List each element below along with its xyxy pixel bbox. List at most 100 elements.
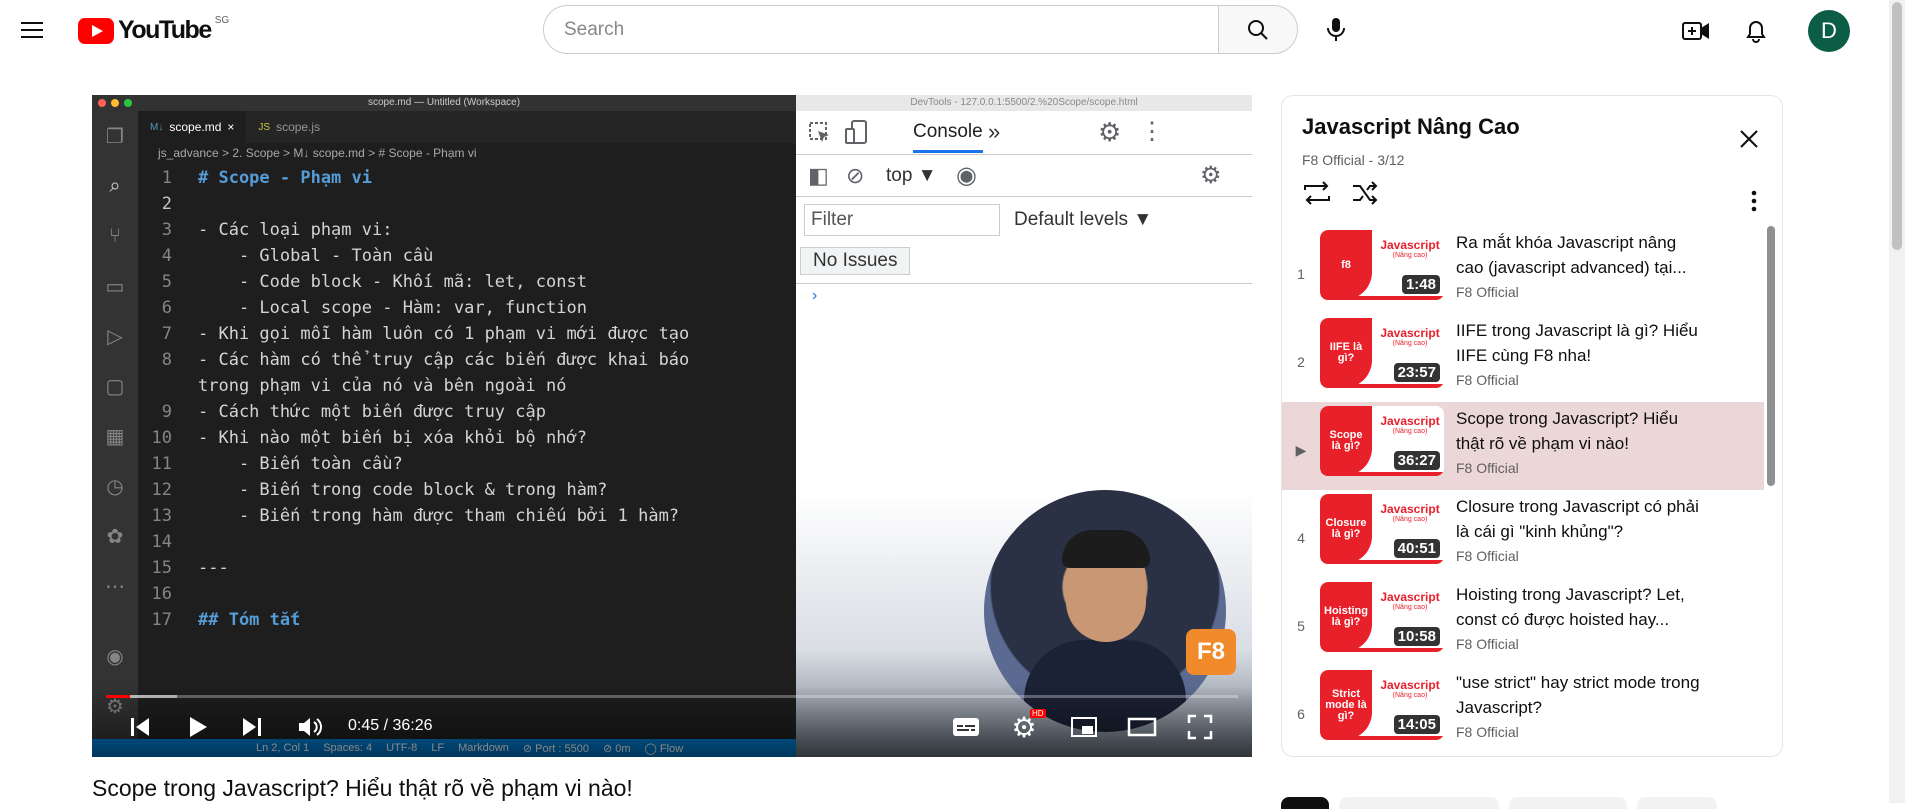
code-text: - Biến toàn cầu? (198, 454, 403, 474)
youtube-logo[interactable]: YouTube SG (78, 15, 229, 45)
thumbnail-label: Scope là gì? (1320, 406, 1372, 476)
shuffle-button[interactable] (1350, 180, 1380, 211)
playlist-video-title[interactable]: Closure trong Javascript có phải là cái … (1456, 494, 1704, 544)
code-line: 15 --- (138, 555, 748, 581)
close-playlist-button[interactable] (1734, 124, 1764, 154)
notifications-button[interactable] (1735, 10, 1777, 52)
playlist-more-button[interactable] (1744, 186, 1764, 216)
playlist-item[interactable]: 1 f8 Javascript (Nâng cao) 1:48 Ra mắt khóa J… (1282, 226, 1764, 314)
duration-badge: 1:48 (1401, 275, 1440, 294)
run-debug-icon: ▷ (107, 325, 123, 348)
code-line: 11 - Biến toàn cầu? (138, 451, 748, 477)
playlist-item[interactable]: 2 IIFE là gì? Javascript (Nâng cao) 23:57 IIF… (1282, 314, 1764, 402)
clear-console-icon: ⊘ (846, 163, 865, 188)
channel-name[interactable]: F8 Official (1456, 372, 1704, 388)
playlist-item[interactable]: 4 Closure là gì? Javascript (Nâng cao) 40:51… (1282, 490, 1764, 578)
code-line: 13 - Biến trong hàm được tham chiếu bởi … (138, 503, 748, 529)
voice-search-button[interactable] (1313, 6, 1359, 52)
search-icon: ⌕ (109, 174, 121, 197)
vscode-window-title: scope.md — Untitled (Workspace) (367, 97, 521, 108)
explorer-icon: ❐ (106, 125, 124, 148)
settings-button[interactable]: ⚙ HD (1006, 707, 1046, 747)
code-line: trong phạm vi của nó và bên ngoài nó (138, 373, 748, 399)
chip[interactable] (1509, 797, 1627, 809)
related-chips (1281, 797, 1717, 809)
video-thumbnail[interactable]: Hoisting là gì? Javascript (Nâng cao) 10:58 (1320, 582, 1444, 652)
line-number: 16 (151, 584, 172, 604)
chip[interactable] (1637, 797, 1717, 809)
vscode-window: scope.md — Untitled (Workspace) ❐ ⌕ ⑂ ▭ … (92, 95, 796, 757)
loop-button[interactable] (1302, 180, 1332, 211)
extensions-icon: ▦ (105, 425, 125, 448)
miniplayer-button[interactable] (1066, 707, 1102, 747)
time-display: 0:45 / 36:26 (348, 717, 433, 734)
mute-button[interactable] (292, 707, 328, 747)
play-button[interactable] (180, 707, 216, 747)
theater-mode-button[interactable] (1124, 707, 1160, 747)
menu-icon[interactable] (14, 14, 50, 46)
playlist-item[interactable]: 5 Hoisting là gì? Javascript (Nâng cao) 10:5… (1282, 578, 1764, 666)
editor-tabs: M↓ scope.md × JS scope.js (138, 111, 796, 143)
channel-name[interactable]: F8 Official (1456, 548, 1704, 564)
playlist-item[interactable]: ▶ Scope là gì? Javascript (Nâng cao) 36:27 Sc… (1282, 402, 1764, 490)
line-number: 5 (161, 272, 172, 292)
video-player[interactable]: scope.md — Untitled (Workspace) ❐ ⌕ ⑂ ▭ … (92, 95, 1252, 757)
chip[interactable] (1339, 797, 1499, 809)
timeline-icon: ◷ (106, 475, 124, 498)
video-thumbnail[interactable]: Scope là gì? Javascript (Nâng cao) 36:27 (1320, 406, 1444, 476)
activity-bar: ❐ ⌕ ⑂ ▭ ▷ ▢ ▦ ◷ ✿ ⋯ ◉ ⚙ (92, 111, 138, 741)
bell-icon (1746, 21, 1766, 43)
line-number: 13 (151, 506, 172, 526)
code-text: ## Tóm tắt (198, 610, 301, 630)
code-text: - Các loại phạm vi: (198, 220, 393, 240)
avatar[interactable]: D (1808, 10, 1850, 52)
channel-name[interactable]: F8 Official (1456, 460, 1704, 476)
thumbnail-brand: Javascript (Nâng cao) (1380, 590, 1440, 611)
channel-name[interactable]: F8 Official (1456, 724, 1704, 740)
remote-icon: ▢ (105, 375, 125, 398)
line-number (138, 373, 198, 399)
thumbnail-label: Closure là gì? (1320, 494, 1372, 564)
kebab-menu-icon: ⋮ (1140, 118, 1164, 145)
code-line: 14 (138, 529, 748, 555)
playlist-item[interactable]: 6 Strict mode là gì? Javascript (Nâng cao) 1… (1282, 666, 1764, 754)
create-video-button[interactable] (1675, 10, 1717, 52)
line-number: 8 (161, 350, 172, 370)
skip-previous-icon (131, 718, 149, 736)
channel-name[interactable]: F8 Official (1456, 284, 1704, 300)
line-number: 12 (151, 480, 172, 500)
video-thumbnail[interactable]: Closure là gì? Javascript (Nâng cao) 40:51 (1320, 494, 1444, 564)
search-icon (1248, 19, 1268, 40)
playlist-video-title[interactable]: Ra mắt khóa Javascript nâng cao (javascr… (1456, 230, 1704, 280)
thumbnail-progress (1320, 296, 1444, 300)
playlist-panel: Javascript Nâng Cao F8 Official - 3/12 1… (1281, 95, 1783, 757)
fullscreen-button[interactable] (1182, 707, 1218, 747)
code-line: 8 - Các hàm có thể truy cập các biến được… (138, 347, 748, 373)
page-scrollbar-thumb[interactable] (1892, 2, 1902, 250)
playlist-video-title[interactable]: Scope trong Javascript? Hiểu thật rõ về … (1456, 406, 1704, 456)
subtitles-button[interactable] (948, 707, 984, 747)
chip[interactable] (1281, 797, 1329, 809)
line-number: 9 (161, 402, 172, 422)
duration-badge: 10:58 (1393, 627, 1440, 646)
next-button[interactable] (234, 707, 270, 747)
playlist-video-title[interactable]: IIFE trong Javascript là gì? Hiểu IIFE c… (1456, 318, 1704, 368)
search-input[interactable]: Search (543, 5, 1219, 54)
previous-button[interactable] (122, 707, 158, 747)
video-thumbnail[interactable]: IIFE là gì? Javascript (Nâng cao) 23:57 (1320, 318, 1444, 388)
f8-logo: F8 (1186, 629, 1236, 675)
code-text: - Global - Toàn cầu (198, 246, 434, 266)
progress-bar[interactable] (106, 695, 1238, 698)
playlist-video-title[interactable]: Hoisting trong Javascript? Let, const có… (1456, 582, 1704, 632)
search-button[interactable] (1218, 5, 1298, 54)
code-editor: 1 # Scope - Phạm vi 2 3 - Các loại phạm vi: 4… (138, 165, 748, 633)
line-number: 17 (151, 610, 172, 630)
video-thumbnail[interactable]: f8 Javascript (Nâng cao) 1:48 (1320, 230, 1444, 300)
channel-name[interactable]: F8 Official (1456, 636, 1704, 652)
thumbnail-label: Hoisting là gì? (1320, 582, 1372, 652)
playlist-scrollbar[interactable] (1767, 226, 1775, 486)
video-thumbnail[interactable]: Strict mode là gì? Javascript (Nâng cao) 14… (1320, 670, 1444, 740)
page-scrollbar[interactable] (1889, 0, 1905, 803)
playlist-video-title[interactable]: "use strict" hay strict mode trong Javas… (1456, 670, 1704, 720)
playlist-title[interactable]: Javascript Nâng Cao (1302, 114, 1520, 140)
